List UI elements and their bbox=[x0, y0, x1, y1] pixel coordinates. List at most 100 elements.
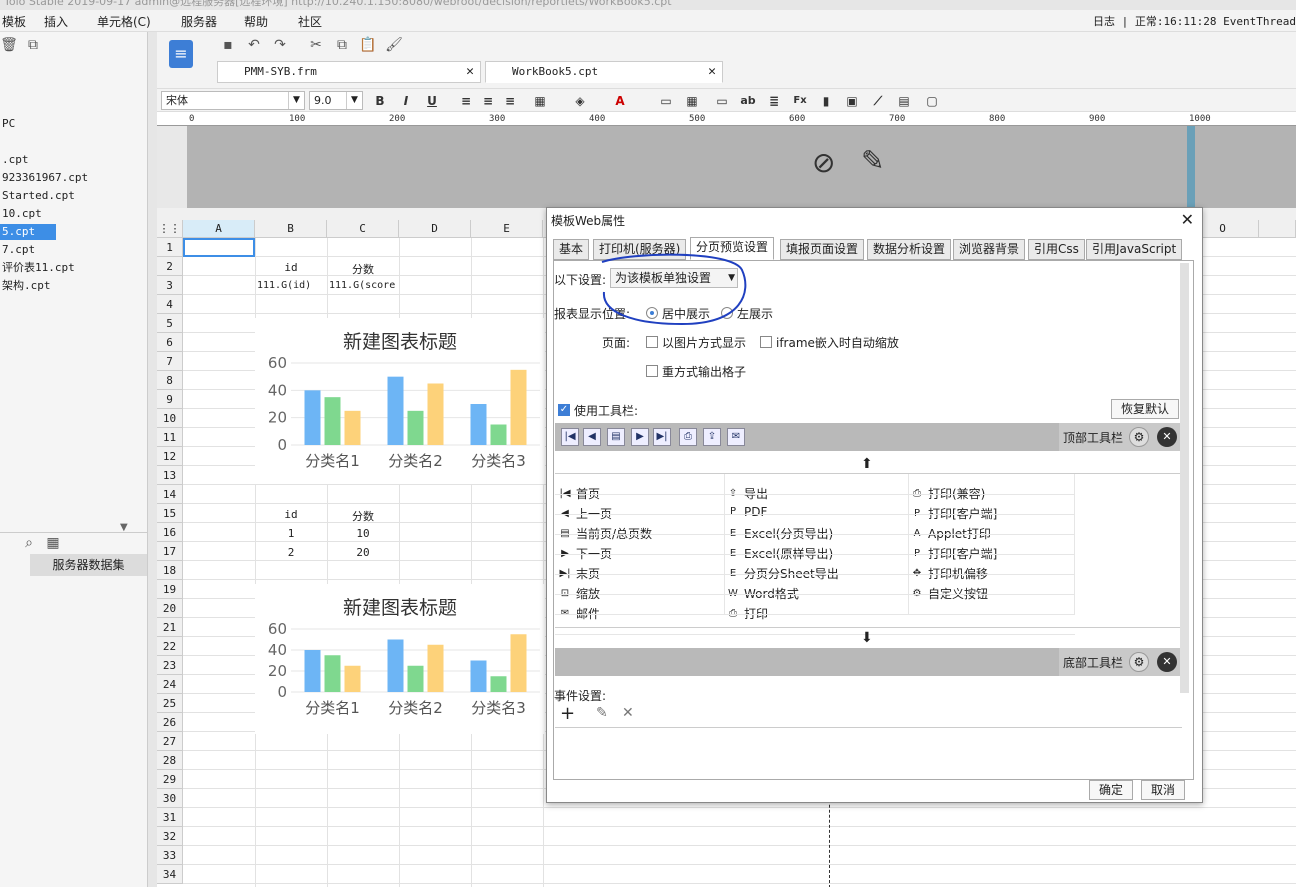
cell-b2[interactable]: id bbox=[255, 261, 327, 274]
row-header[interactable]: 14 bbox=[157, 485, 183, 504]
bold-button[interactable]: B bbox=[371, 92, 389, 110]
row-header[interactable]: 22 bbox=[157, 637, 183, 656]
row-header[interactable]: 4 bbox=[157, 295, 183, 314]
split-icon[interactable]: ▦ bbox=[683, 92, 701, 110]
italic-button[interactable]: I bbox=[397, 92, 415, 110]
size-select[interactable]: 9.0 ▼ bbox=[309, 91, 363, 110]
close-icon[interactable]: ✕ bbox=[708, 62, 716, 82]
row-header[interactable]: 15 bbox=[157, 504, 183, 523]
row-header[interactable]: 2 bbox=[157, 257, 183, 276]
formula-icon[interactable]: Fx bbox=[791, 92, 809, 110]
subreport-icon[interactable]: ▤ bbox=[895, 92, 913, 110]
file-item[interactable]: .cpt bbox=[0, 152, 29, 168]
border-icon[interactable]: ▦ bbox=[531, 92, 549, 110]
font-select[interactable]: 宋体 ▼ bbox=[161, 91, 305, 110]
menu-help[interactable]: 帮助 bbox=[244, 13, 268, 30]
paste-icon[interactable]: 📋 bbox=[359, 36, 377, 54]
image-icon[interactable]: ▣ bbox=[843, 92, 861, 110]
row-header[interactable]: 34 bbox=[157, 865, 183, 884]
eye-hidden-icon[interactable]: ⊘ bbox=[812, 146, 835, 179]
tab-basic[interactable]: 基本 bbox=[553, 239, 590, 260]
slash-icon[interactable]: ⟋ bbox=[869, 92, 887, 110]
row-header[interactable]: 24 bbox=[157, 675, 183, 694]
ok-button[interactable]: 确定 bbox=[1089, 780, 1133, 800]
status-text[interactable]: 日志 | 正常:16:11:28 EventThread bbox=[1093, 13, 1296, 29]
undo-icon[interactable]: ↶ bbox=[245, 36, 263, 54]
add-icon[interactable]: + bbox=[560, 703, 575, 724]
row-header[interactable]: 27 bbox=[157, 732, 183, 751]
label-icon[interactable]: ab bbox=[739, 92, 757, 110]
bar-chart[interactable]: 新建图表标题 60 40 20 0 分类名1 分类名2 分类名3 bbox=[255, 584, 545, 734]
selected-cell[interactable] bbox=[183, 238, 255, 257]
row-header[interactable]: 10 bbox=[157, 409, 183, 428]
save-icon[interactable]: ▪ bbox=[219, 36, 237, 54]
cell-c3[interactable]: 111.G(score bbox=[329, 280, 399, 291]
tab-browser-background[interactable]: 浏览器背景 bbox=[953, 239, 1026, 260]
close-icon[interactable]: ✕ bbox=[466, 62, 474, 82]
menu-template[interactable]: 模板 bbox=[2, 13, 26, 30]
tab-write-page[interactable]: 填报页面设置 bbox=[780, 239, 865, 260]
use-toolbar-checkbox[interactable]: ✓ bbox=[558, 404, 570, 416]
row-header[interactable]: 3 bbox=[157, 276, 183, 295]
merge-icon[interactable]: ▭ bbox=[657, 92, 675, 110]
column-header[interactable]: B bbox=[255, 220, 327, 238]
export-icon[interactable]: ⇪ bbox=[703, 428, 721, 446]
delete-icon[interactable]: ✕ bbox=[622, 705, 634, 721]
cell-c2[interactable]: 分数 bbox=[327, 261, 399, 277]
row-header[interactable]: 16 bbox=[157, 523, 183, 542]
page-count-icon[interactable]: ▤ bbox=[607, 428, 625, 446]
prev-page-icon[interactable]: ◀ bbox=[583, 428, 601, 446]
event-list[interactable] bbox=[555, 727, 1182, 779]
row-header[interactable]: 21 bbox=[157, 618, 183, 637]
image-mode-checkbox[interactable] bbox=[646, 336, 658, 348]
server-dataset-tab[interactable]: 服务器数据集 bbox=[30, 554, 147, 576]
more-icon[interactable]: ▢ bbox=[923, 92, 941, 110]
row-header[interactable]: 29 bbox=[157, 770, 183, 789]
file-item-selected[interactable]: 5.cpt bbox=[0, 224, 56, 240]
tab-data-analysis[interactable]: 数据分析设置 bbox=[867, 239, 952, 260]
align-center-icon[interactable]: ≡ bbox=[479, 92, 497, 110]
file-item[interactable]: 评价表11.cpt bbox=[0, 260, 75, 276]
tab-pmm-syb[interactable]: PMM-SYB.frm ✕ bbox=[217, 61, 481, 83]
first-page-icon[interactable]: |◀ bbox=[561, 428, 579, 446]
underline-button[interactable]: U bbox=[423, 92, 441, 110]
scrollbar[interactable] bbox=[1180, 263, 1189, 693]
mail-icon[interactable]: ✉ bbox=[727, 428, 745, 446]
cancel-button[interactable]: 取消 bbox=[1141, 780, 1185, 800]
row-header[interactable]: 33 bbox=[157, 846, 183, 865]
row-header[interactable]: 25 bbox=[157, 694, 183, 713]
file-item[interactable]: 923361967.cpt bbox=[0, 170, 88, 186]
template-icon[interactable]: ≡ bbox=[169, 40, 193, 68]
bar-chart[interactable]: 新建图表标题 60 40 20 0 分类名1 分类名2 分类名3 bbox=[255, 318, 545, 484]
cell-b3[interactable]: 111.G(id) bbox=[257, 280, 327, 291]
splitter[interactable] bbox=[148, 32, 157, 887]
next-page-icon[interactable]: ▶ bbox=[631, 428, 649, 446]
row-header[interactable]: 17 bbox=[157, 542, 183, 561]
row-header[interactable]: 31 bbox=[157, 808, 183, 827]
cell-c16[interactable]: 10 bbox=[327, 527, 399, 540]
tab-css[interactable]: 引用Css bbox=[1028, 239, 1085, 260]
text-icon[interactable]: ▭ bbox=[713, 92, 731, 110]
copy-icon[interactable]: ⧉ bbox=[333, 36, 351, 54]
row-header[interactable]: 19 bbox=[157, 580, 183, 599]
row-header[interactable]: 23 bbox=[157, 656, 183, 675]
file-item[interactable]: 10.cpt bbox=[0, 206, 42, 222]
close-icon[interactable]: ✕ bbox=[1157, 427, 1177, 447]
row-header[interactable]: 26 bbox=[157, 713, 183, 732]
redo-icon[interactable]: ↷ bbox=[271, 36, 289, 54]
align-left-icon[interactable]: ≡ bbox=[457, 92, 475, 110]
row-header[interactable]: 28 bbox=[157, 751, 183, 770]
menu-community[interactable]: 社区 bbox=[298, 13, 322, 30]
dataset-icon[interactable]: ▦ bbox=[44, 534, 62, 552]
arrow-up-icon[interactable]: ⬆ bbox=[861, 456, 873, 472]
row-header[interactable]: 1 bbox=[157, 238, 183, 257]
toolbar-button-item[interactable]: P PDF bbox=[726, 505, 767, 519]
search-icon[interactable]: ⌕ bbox=[20, 534, 38, 552]
cell-b17[interactable]: 2 bbox=[255, 546, 327, 559]
edit-icon[interactable]: ✎ bbox=[596, 705, 608, 721]
cell-c15[interactable]: 分数 bbox=[327, 508, 399, 524]
row-header[interactable]: 5 bbox=[157, 314, 183, 333]
paragraph-icon[interactable]: ≣ bbox=[765, 92, 783, 110]
menu-server[interactable]: 服务器 bbox=[181, 13, 217, 30]
row-header[interactable]: 13 bbox=[157, 466, 183, 485]
